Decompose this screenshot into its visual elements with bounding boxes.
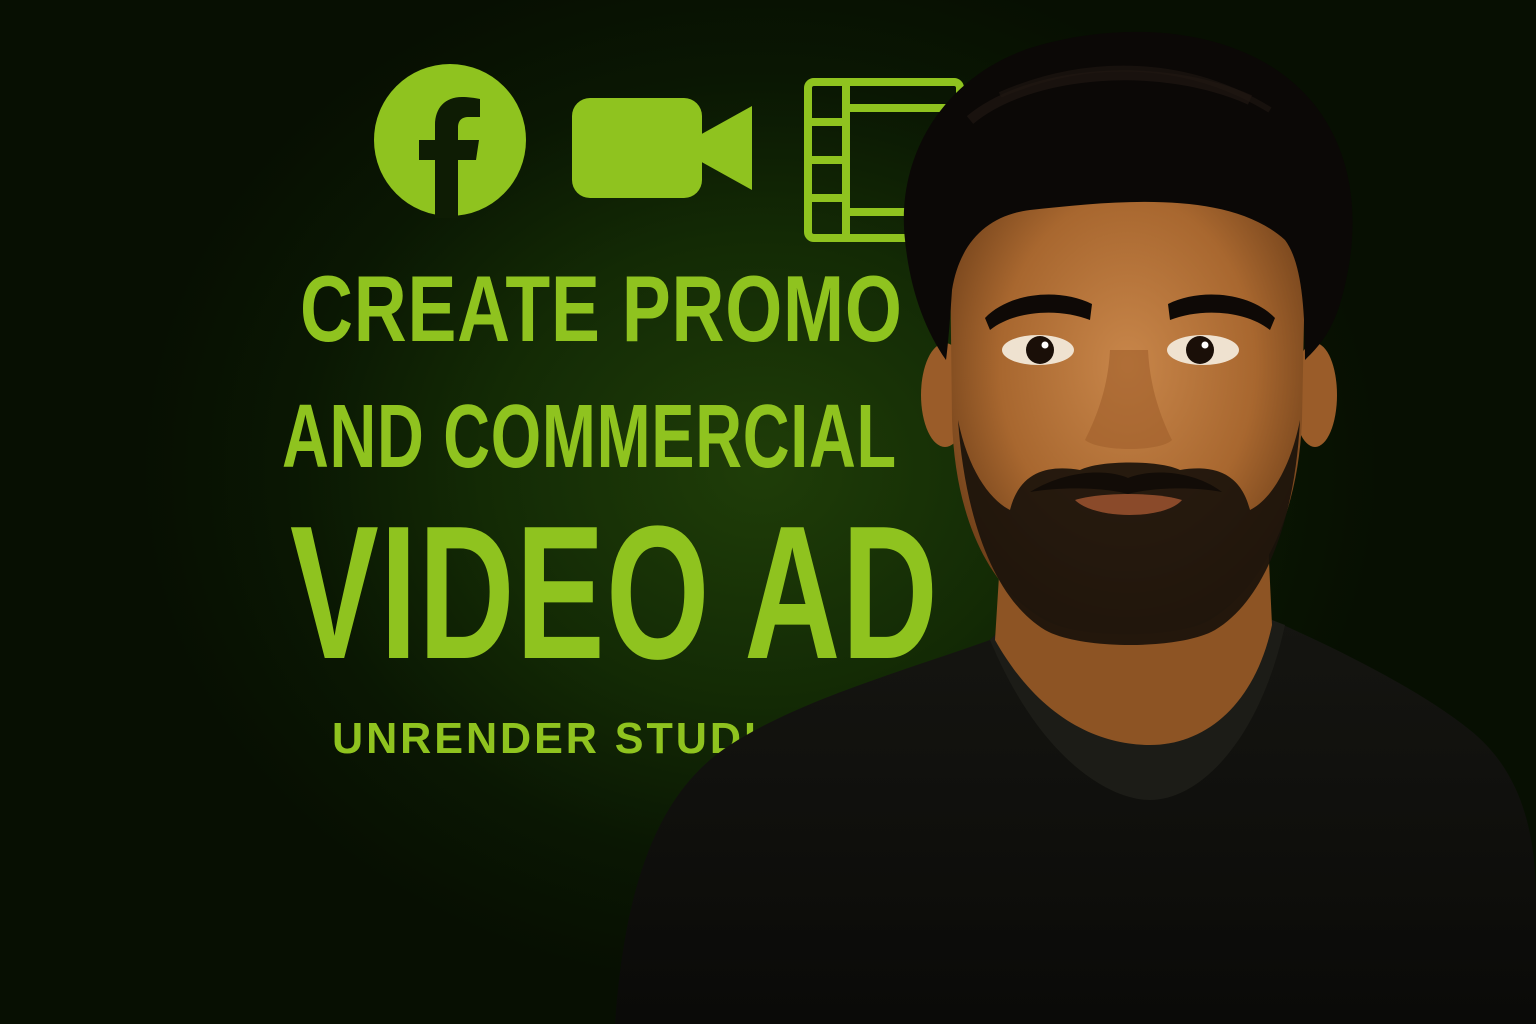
portrait-person [615,31,1536,1024]
facebook-icon [374,64,526,218]
thumbnail: CREATE PROMO AND COMMERCIAL VIDEO AD UNR… [0,0,1536,1024]
